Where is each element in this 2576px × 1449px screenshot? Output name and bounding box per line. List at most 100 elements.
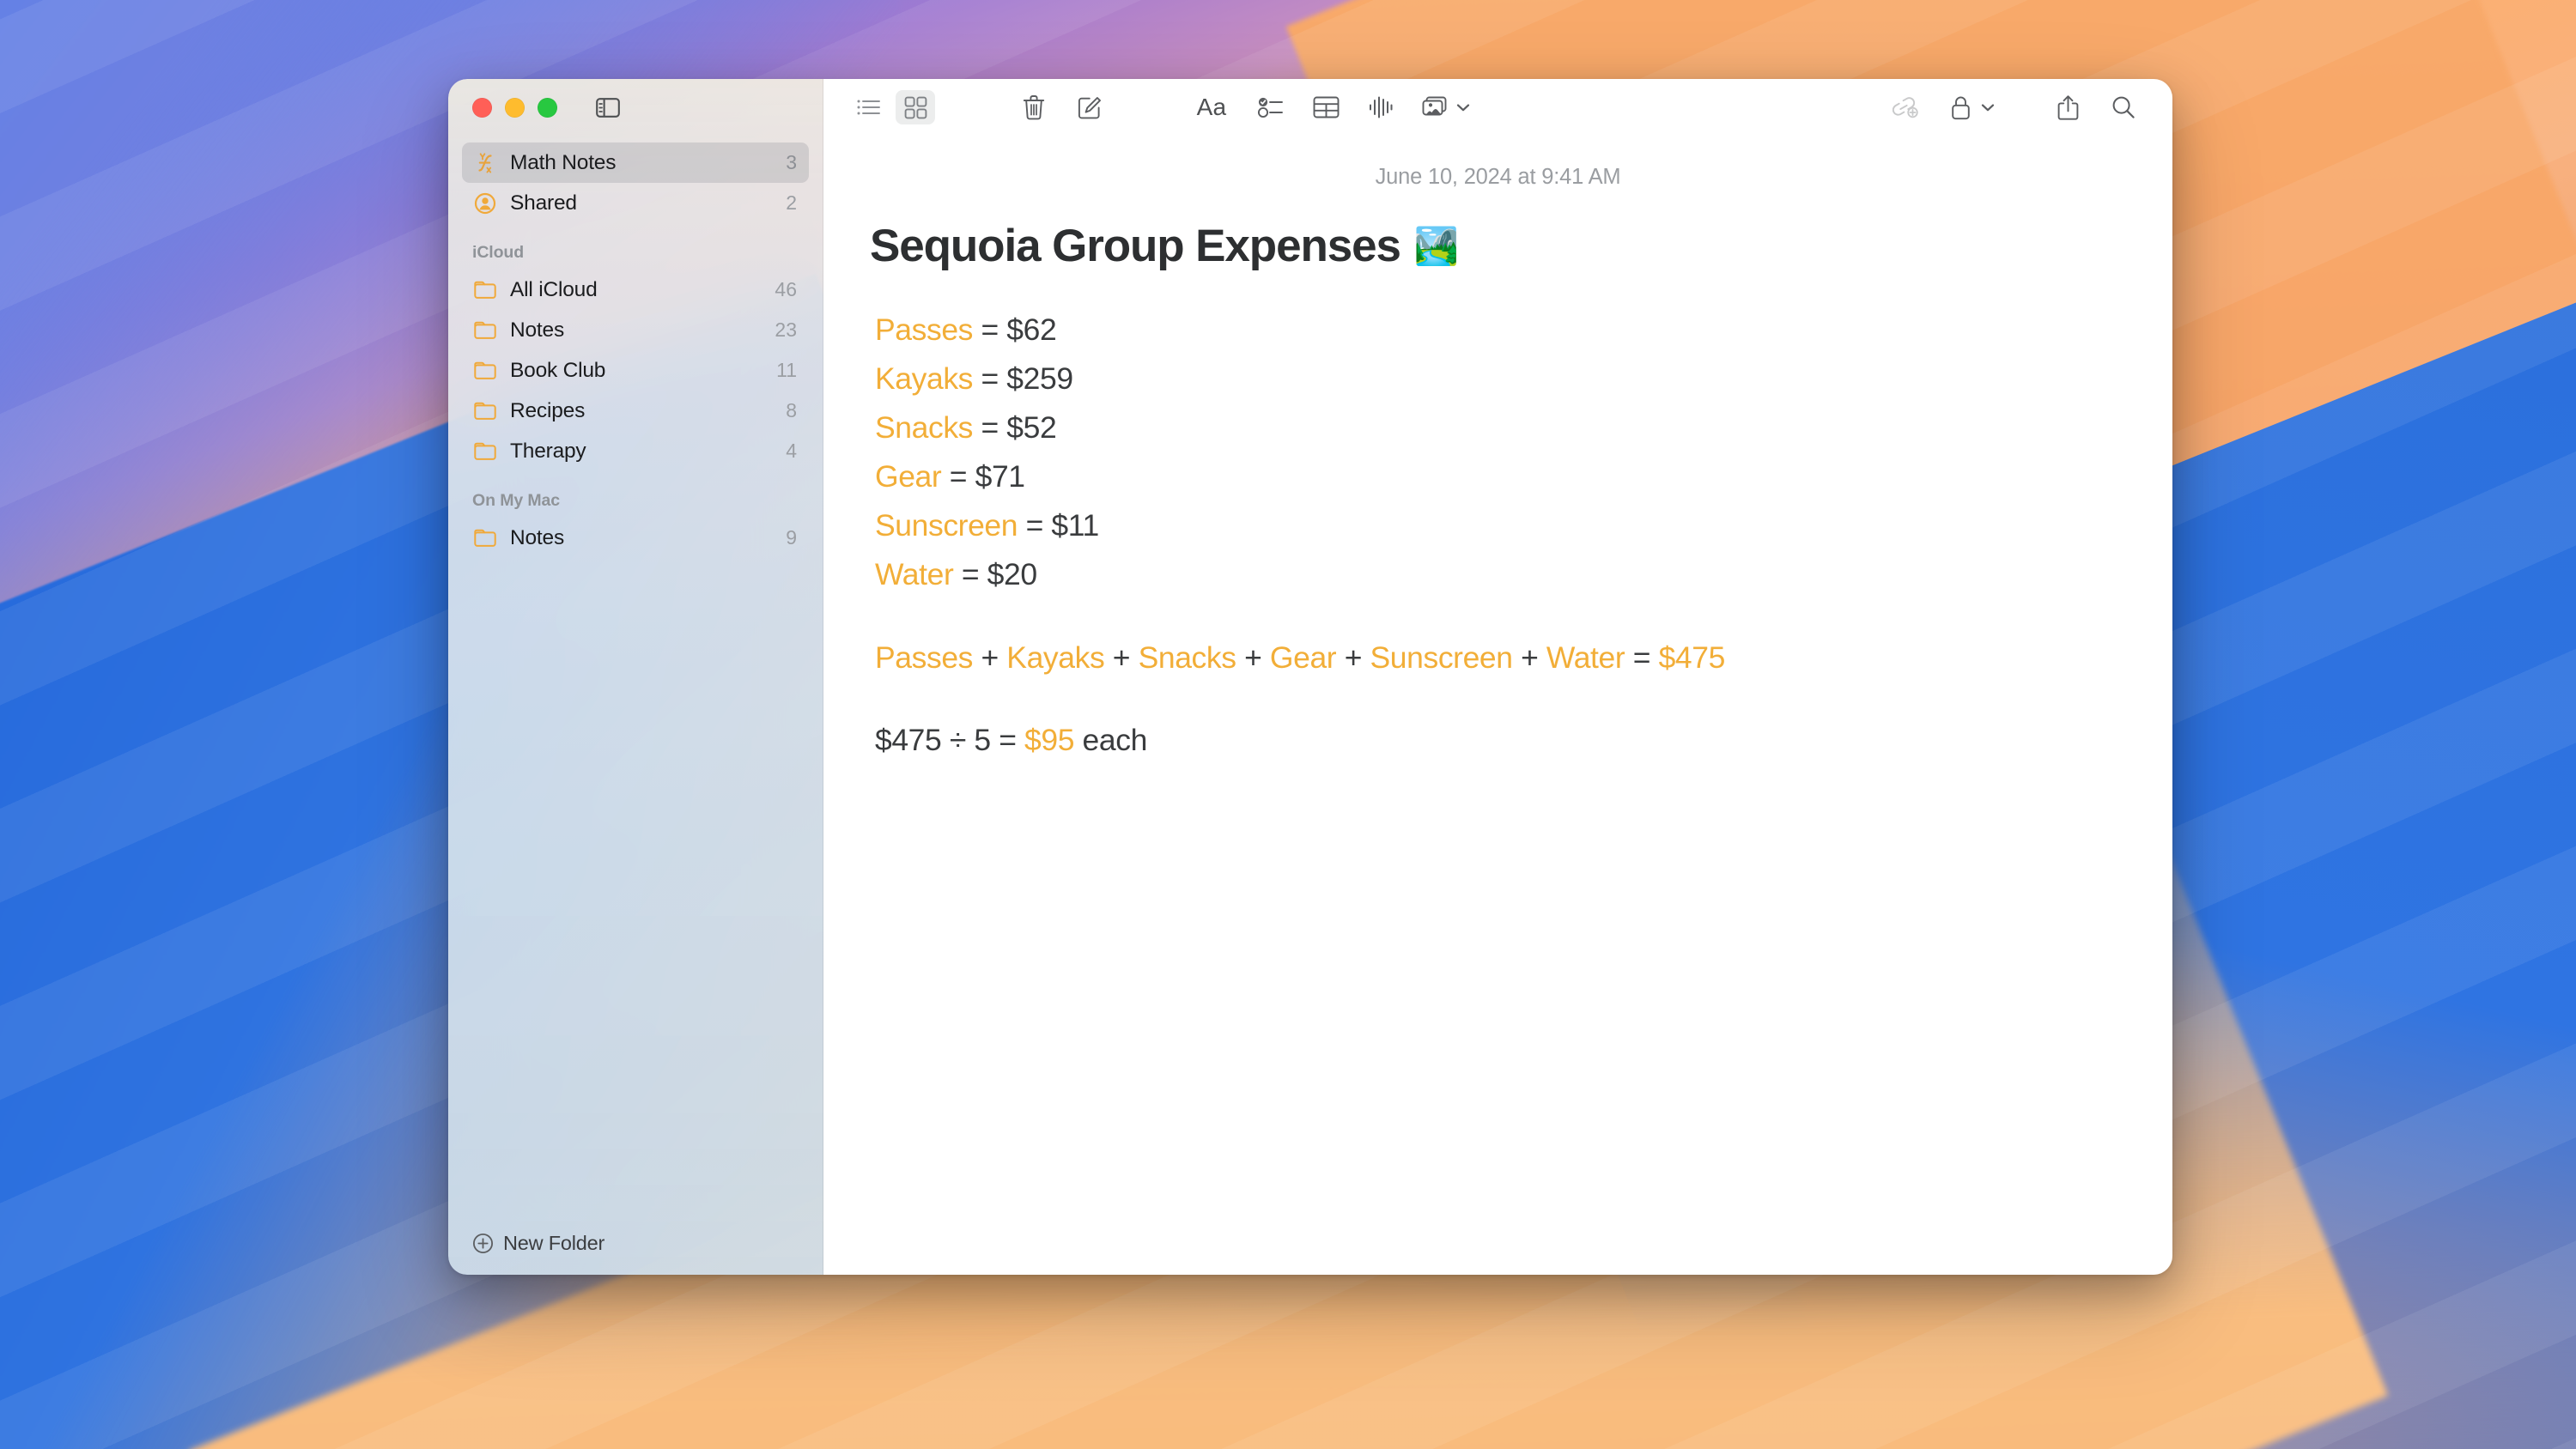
- checklist-icon[interactable]: [1251, 90, 1291, 124]
- folder-icon: [472, 439, 498, 464]
- compose-note-icon[interactable]: [1069, 90, 1109, 124]
- math-term: Water: [1546, 640, 1625, 675]
- sidebar-item-all-icloud[interactable]: All iCloud 46: [462, 270, 809, 310]
- math-equals: =: [999, 723, 1016, 757]
- sidebar-item-label: Recipes: [510, 399, 774, 423]
- format-text-icon[interactable]: Aa: [1188, 90, 1236, 124]
- maximize-button[interactable]: [538, 98, 557, 118]
- sidebar-item-label: Math Notes: [510, 151, 774, 175]
- sidebar-item-count: 8: [786, 399, 797, 422]
- sidebar-item-count: 4: [786, 440, 797, 463]
- math-line: Snacks = $52: [875, 403, 2121, 452]
- note-content-pane: Aa: [823, 79, 2172, 1275]
- math-operator: +: [1521, 640, 1538, 675]
- math-term: Kayaks: [1006, 640, 1104, 675]
- sidebar-item-book-club[interactable]: Book Club 11: [462, 350, 809, 391]
- sidebar-item-label: Notes: [510, 526, 774, 550]
- note-title[interactable]: Sequoia Group Expenses 🏞️: [870, 221, 2121, 271]
- close-button[interactable]: [472, 98, 492, 118]
- sidebar-item-therapy[interactable]: Therapy 4: [462, 431, 809, 471]
- sidebar: Math Notes 3 Shared 2: [448, 79, 823, 1275]
- math-line: Sunscreen = $11: [875, 501, 2121, 550]
- lock-icon[interactable]: [1941, 90, 1980, 124]
- math-term: Gear: [1270, 640, 1336, 675]
- folder-icon: [472, 318, 498, 343]
- audio-waveform-icon[interactable]: [1361, 90, 1400, 124]
- note-date: June 10, 2024 at 9:41 AM: [875, 165, 2121, 190]
- folder-icon: [472, 358, 498, 384]
- math-operator: =: [981, 410, 998, 445]
- sidebar-item-label: Notes: [510, 318, 762, 343]
- sidebar-item-count: 9: [786, 526, 797, 549]
- sidebar-folder-list: Math Notes 3 Shared 2: [448, 136, 823, 1211]
- math-assignments: Passes = $62 Kayaks = $259 Snacks = $52: [875, 306, 2121, 599]
- toolbar: Aa: [823, 79, 2172, 136]
- math-value: $52: [1006, 410, 1056, 445]
- table-icon[interactable]: [1306, 90, 1346, 124]
- math-operator: =: [962, 557, 979, 591]
- math-line: Kayaks = $259: [875, 355, 2121, 403]
- share-icon[interactable]: [2049, 90, 2088, 124]
- math-equals: =: [1633, 640, 1650, 675]
- math-value: $11: [1051, 508, 1098, 543]
- folder-icon: [472, 525, 498, 551]
- math-operator: +: [1345, 640, 1362, 675]
- sidebar-item-label: Book Club: [510, 359, 764, 383]
- math-term: Sunscreen: [1370, 640, 1513, 675]
- landscape-photo-emoji: 🏞️: [1414, 228, 1458, 264]
- notes-window: Math Notes 3 Shared 2: [448, 79, 2172, 1275]
- math-line: Water = $20: [875, 550, 2121, 599]
- math-term: Passes: [875, 640, 973, 675]
- sidebar-item-count: 2: [786, 191, 797, 215]
- new-folder-button[interactable]: New Folder: [448, 1211, 823, 1275]
- math-function-icon: [472, 150, 498, 176]
- add-link-icon[interactable]: [1886, 90, 1925, 124]
- sidebar-item-count: 3: [786, 151, 797, 174]
- sidebar-item-label: All iCloud: [510, 278, 762, 302]
- note-body[interactable]: June 10, 2024 at 9:41 AM Sequoia Group E…: [823, 136, 2172, 1275]
- traffic-light-group: [472, 98, 557, 118]
- sidebar-item-count: 11: [776, 359, 797, 382]
- math-operator: =: [950, 459, 967, 494]
- sidebar-item-recipes[interactable]: Recipes 8: [462, 391, 809, 431]
- math-line: Gear = $71: [875, 452, 2121, 501]
- math-term: Snacks: [1139, 640, 1236, 675]
- shared-person-icon: [472, 191, 498, 216]
- sidebar-item-notes-icloud[interactable]: Notes 23: [462, 310, 809, 350]
- sidebar-item-count: 23: [775, 318, 797, 342]
- media-photos-icon[interactable]: [1416, 90, 1455, 124]
- sidebar-item-count: 46: [775, 278, 797, 301]
- gallery-view-icon[interactable]: [896, 90, 935, 124]
- chevron-down-icon[interactable]: [1454, 103, 1473, 112]
- math-variable: Passes: [875, 312, 973, 347]
- math-variable: Sunscreen: [875, 508, 1018, 543]
- list-view-icon[interactable]: [849, 90, 889, 124]
- search-icon[interactable]: [2104, 90, 2143, 124]
- plus-circle-icon: [472, 1233, 494, 1254]
- chevron-down-icon[interactable]: [1978, 103, 1997, 112]
- new-folder-label: New Folder: [503, 1232, 605, 1255]
- sidebar-item-math-notes[interactable]: Math Notes 3: [462, 142, 809, 183]
- sidebar-item-shared[interactable]: Shared 2: [462, 183, 809, 223]
- math-line: Passes = $62: [875, 306, 2121, 355]
- math-divisor: 5: [974, 723, 990, 757]
- math-variable: Snacks: [875, 410, 973, 445]
- math-variable: Water: [875, 557, 953, 591]
- math-operator: =: [981, 361, 998, 396]
- math-dividend: $475: [875, 723, 941, 757]
- trash-icon[interactable]: [1014, 90, 1054, 124]
- math-operator: +: [981, 640, 998, 675]
- sidebar-section-header-on-my-mac: On My Mac: [462, 490, 809, 511]
- desktop-wallpaper: Math Notes 3 Shared 2: [0, 0, 2576, 1449]
- math-value: $259: [1006, 361, 1072, 396]
- window-titlebar: [448, 79, 823, 136]
- minimize-button[interactable]: [505, 98, 525, 118]
- math-result: $475: [1659, 640, 1725, 675]
- folder-icon: [472, 277, 498, 303]
- math-sum-expression: Passes + Kayaks + Snacks + Gear + Sunscr…: [875, 634, 2121, 682]
- math-value: $71: [975, 459, 1025, 494]
- sidebar-item-notes-local[interactable]: Notes 9: [462, 518, 809, 558]
- note-title-text: Sequoia Group Expenses: [870, 221, 1400, 271]
- math-division-expression: $475 ÷ 5 = $95 each: [875, 716, 2121, 765]
- sidebar-toggle-icon[interactable]: [595, 97, 621, 118]
